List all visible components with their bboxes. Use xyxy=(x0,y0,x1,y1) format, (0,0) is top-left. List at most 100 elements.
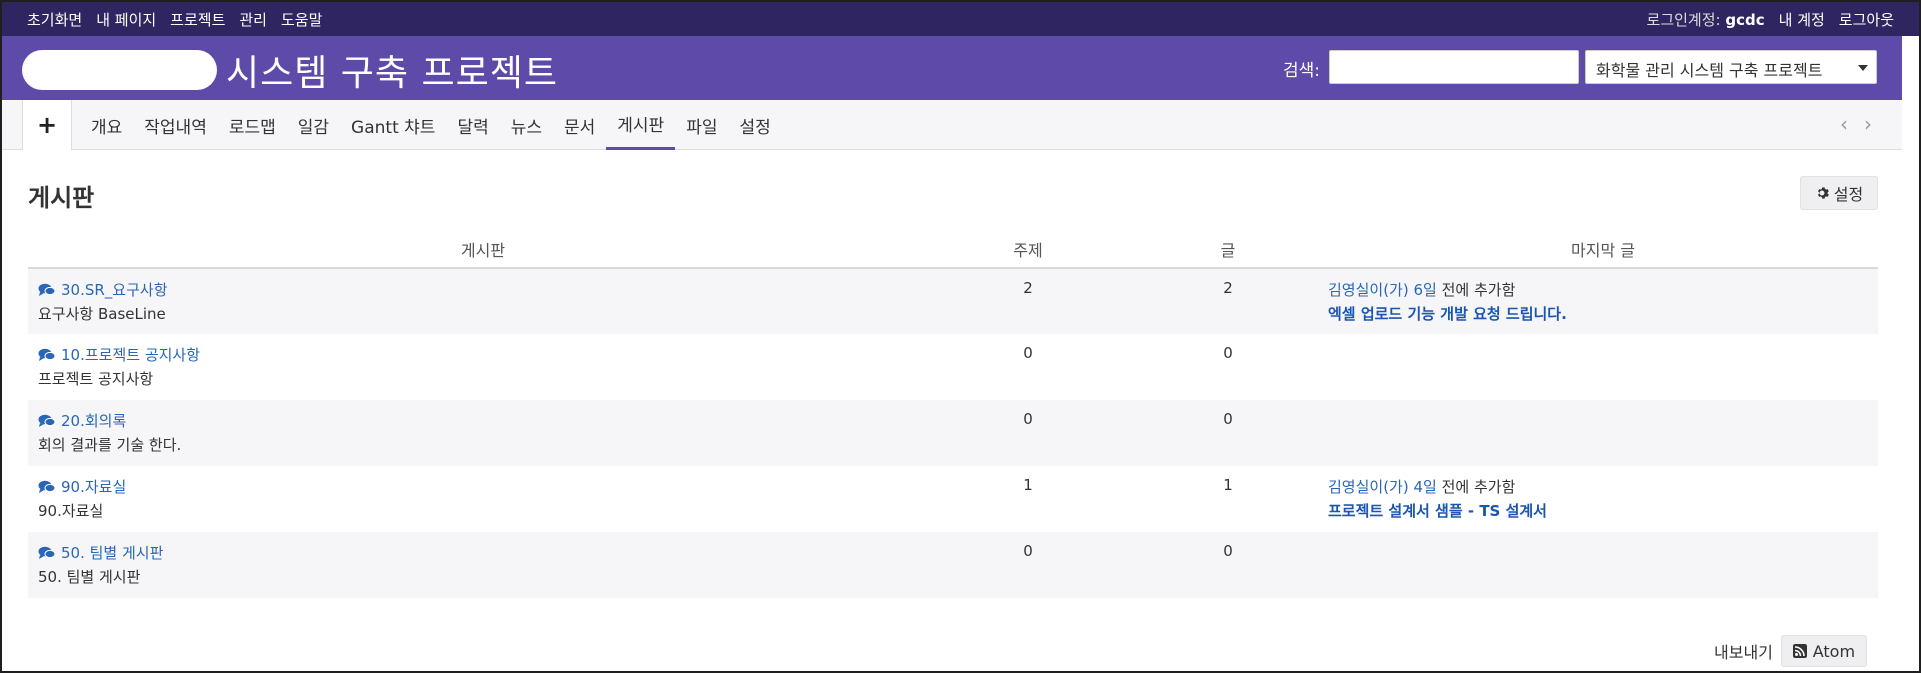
table-row: 10.프로젝트 공지사항 프로젝트 공지사항 0 0 xyxy=(28,334,1878,400)
board-topics-count: 0 xyxy=(928,532,1128,598)
new-object-button[interactable]: + xyxy=(22,100,72,150)
board-posts-count: 0 xyxy=(1128,532,1328,598)
board-topics-count: 0 xyxy=(1023,344,1033,362)
board-last-message xyxy=(1328,532,1878,598)
boards-table: 게시판 주제 글 마지막 글 30.SR_요구사항 요구사항 BaseLine … xyxy=(28,230,1878,598)
board-name: 90.자료실 xyxy=(61,478,127,496)
column-header-posts[interactable]: 글 xyxy=(1128,230,1328,269)
top-menu-projects[interactable]: 프로젝트 xyxy=(170,9,225,30)
board-posts-count: 0 xyxy=(1223,344,1233,362)
board-cell: 50. 팀별 게시판 50. 팀별 게시판 xyxy=(28,532,928,598)
board-link[interactable]: 90.자료실 xyxy=(38,476,928,497)
tab-boards[interactable]: 게시판 xyxy=(606,100,676,150)
tab-roadmap[interactable]: 로드맵 xyxy=(218,100,287,150)
board-link[interactable]: 20.회의록 xyxy=(38,410,928,431)
tab-overview[interactable]: 개요 xyxy=(80,100,133,150)
column-header-topics[interactable]: 주제 xyxy=(928,230,1128,269)
table-header-row: 게시판 주제 글 마지막 글 xyxy=(28,230,1878,269)
board-cell: 30.SR_요구사항 요구사항 BaseLine xyxy=(28,268,928,334)
board-description: 요구사항 BaseLine xyxy=(38,305,166,323)
board-name: 50. 팀별 게시판 xyxy=(61,544,164,562)
table-row: 20.회의록 회의 결과를 기술 한다. 0 0 xyxy=(28,400,1878,466)
top-menu-right: 로그인계정: gcdc 내 계정 로그아웃 xyxy=(1647,9,1894,30)
board-last-message xyxy=(1328,334,1878,400)
board-posts-count: 1 xyxy=(1223,476,1233,494)
board-name: 20.회의록 xyxy=(61,412,127,430)
comments-icon xyxy=(38,348,56,361)
board-link[interactable]: 50. 팀별 게시판 xyxy=(38,542,928,563)
project-jump-select[interactable]: 화학물 관리 시스템 구축 프로젝트 xyxy=(1585,50,1877,84)
tab-settings[interactable]: 설정 xyxy=(728,100,781,150)
last-message-author[interactable]: 김영실이(가) xyxy=(1328,478,1409,496)
last-message-author[interactable]: 김영실이(가) xyxy=(1328,281,1409,299)
tab-calendar[interactable]: 달력 xyxy=(446,100,499,150)
chevron-down-icon xyxy=(1858,65,1868,71)
top-menu-home[interactable]: 초기화면 xyxy=(27,9,82,30)
tab-scroll-arrows: ‹ › xyxy=(1840,112,1872,136)
tab-gantt[interactable]: Gantt 챠트 xyxy=(340,100,446,150)
last-message-suffix: 전에 추가함 xyxy=(1441,281,1516,299)
export-label: 내보내기 xyxy=(1714,643,1773,662)
column-header-board[interactable]: 게시판 xyxy=(28,230,928,269)
column-header-last-message[interactable]: 마지막 글 xyxy=(1328,230,1878,269)
comments-icon xyxy=(38,283,56,296)
logout-link[interactable]: 로그아웃 xyxy=(1839,9,1894,30)
search-input[interactable] xyxy=(1329,50,1579,84)
settings-label: 설정 xyxy=(1833,185,1864,204)
top-menu: 초기화면 내 페이지 프로젝트 관리 도움말 로그인계정: gcdc 내 계정 … xyxy=(2,2,1919,36)
main-menu: + 개요 작업내역 로드맵 일감 Gantt 챠트 달력 뉴스 문서 게시판 파… xyxy=(2,100,1902,150)
atom-label: Atom xyxy=(1812,641,1856,661)
board-cell: 20.회의록 회의 결과를 기술 한다. xyxy=(28,400,928,466)
page-title: 게시판 xyxy=(28,184,95,212)
board-cell: 10.프로젝트 공지사항 프로젝트 공지사항 xyxy=(28,334,928,400)
board-posts-count: 0 xyxy=(1128,400,1328,466)
board-topics-count: 0 xyxy=(928,400,1128,466)
chevron-left-icon[interactable]: ‹ xyxy=(1840,112,1848,136)
board-cell: 90.자료실 90.자료실 xyxy=(28,466,928,532)
chevron-right-icon[interactable]: › xyxy=(1864,112,1872,136)
last-message-suffix: 전에 추가함 xyxy=(1441,478,1516,496)
comments-icon xyxy=(38,546,56,559)
tab-files[interactable]: 파일 xyxy=(675,100,728,150)
project-tabs: 개요 작업내역 로드맵 일감 Gantt 챠트 달력 뉴스 문서 게시판 파일 … xyxy=(80,100,782,150)
board-description: 50. 팀별 게시판 xyxy=(38,568,141,586)
tab-issues[interactable]: 일감 xyxy=(287,100,340,150)
my-account-link[interactable]: 내 계정 xyxy=(1779,9,1825,30)
atom-feed-button[interactable]: Atom xyxy=(1780,635,1867,667)
board-description: 프로젝트 공지사항 xyxy=(38,370,154,388)
project-title: 시스템 구축 프로젝트 xyxy=(226,53,558,94)
board-topics-count: 1 xyxy=(1023,476,1033,494)
table-row: 50. 팀별 게시판 50. 팀별 게시판 0 0 xyxy=(28,532,1878,598)
last-message-title[interactable]: 엑셀 업로드 기능 개발 요청 드립니다. xyxy=(1328,303,1878,324)
comments-icon xyxy=(38,480,56,493)
search-label: 검색: xyxy=(1283,61,1321,81)
last-message-time[interactable]: 4일 xyxy=(1414,478,1437,496)
board-description: 회의 결과를 기술 한다. xyxy=(38,436,182,454)
top-menu-help[interactable]: 도움말 xyxy=(281,9,322,30)
redacted-logo xyxy=(22,50,217,90)
logged-as: 로그인계정: gcdc xyxy=(1647,9,1765,30)
header: 시스템 구축 프로젝트 검색: 화학물 관리 시스템 구축 프로젝트 xyxy=(2,36,1902,100)
top-menu-my-page[interactable]: 내 페이지 xyxy=(96,9,156,30)
tab-activity[interactable]: 작업내역 xyxy=(133,100,218,150)
board-last-message xyxy=(1328,400,1878,466)
board-posts-count: 2 xyxy=(1128,268,1328,334)
last-message-title[interactable]: 프로젝트 설계서 샘플 - TS 설계서 xyxy=(1328,500,1878,521)
board-link[interactable]: 10.프로젝트 공지사항 xyxy=(38,344,928,365)
board-name: 30.SR_요구사항 xyxy=(61,281,168,299)
board-last-message: 김영실이(가) 4일 전에 추가함 프로젝트 설계서 샘플 - TS 설계서 xyxy=(1328,466,1878,532)
tab-documents[interactable]: 문서 xyxy=(553,100,606,150)
board-name: 10.프로젝트 공지사항 xyxy=(61,346,201,364)
board-last-message: 김영실이(가) 6일 전에 추가함 엑셀 업로드 기능 개발 요청 드립니다. xyxy=(1328,268,1878,334)
login-user[interactable]: gcdc xyxy=(1725,11,1764,29)
top-menu-admin[interactable]: 관리 xyxy=(239,9,267,30)
gear-icon xyxy=(1817,187,1829,199)
table-row: 90.자료실 90.자료실 1 1 김영실이(가) 4일 전에 추가함 프로젝트… xyxy=(28,466,1878,532)
content: 게시판 설정 게시판 주제 글 마지막 글 30.SR_요구사항 요구사항 Ba… xyxy=(2,150,1919,673)
table-row: 30.SR_요구사항 요구사항 BaseLine 2 2 김영실이(가) 6일 … xyxy=(28,268,1878,334)
settings-button[interactable]: 설정 xyxy=(1800,176,1878,210)
tab-news[interactable]: 뉴스 xyxy=(500,100,553,150)
last-message-time[interactable]: 6일 xyxy=(1414,281,1437,299)
board-link[interactable]: 30.SR_요구사항 xyxy=(38,279,928,300)
project-jump-value: 화학물 관리 시스템 구축 프로젝트 xyxy=(1596,61,1823,80)
